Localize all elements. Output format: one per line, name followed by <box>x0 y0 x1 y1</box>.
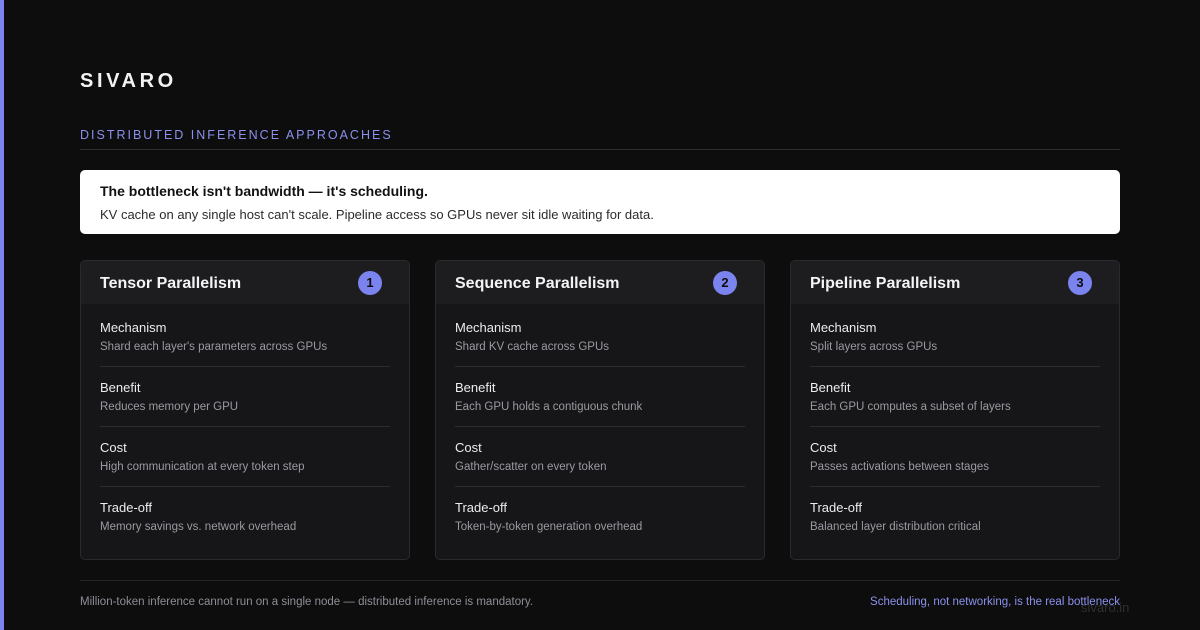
footer-tagline: Scheduling, not networking, is the real … <box>870 596 1120 608</box>
card-row-trade-off: Trade-off Token-by-token generation over… <box>455 500 745 559</box>
row-value: Reduces memory per GPU <box>100 401 239 413</box>
brand-logo-text: SIVARO <box>80 70 177 92</box>
row-divider <box>100 366 390 367</box>
card-number-badge: 3 <box>1068 271 1092 295</box>
section-label: DISTRIBUTED INFERENCE APPROACHES <box>80 128 393 142</box>
row-value: Memory savings vs. network overhead <box>100 521 297 533</box>
card-row-benefit: Benefit Each GPU holds a contiguous chun… <box>455 380 745 440</box>
row-label: Cost <box>455 440 482 455</box>
card-number-badge: 1 <box>358 271 382 295</box>
card-header: Tensor Parallelism 1 <box>81 261 409 304</box>
row-divider <box>455 486 745 487</box>
row-divider <box>810 426 1100 427</box>
row-label: Mechanism <box>810 320 877 335</box>
row-label: Mechanism <box>100 320 167 335</box>
callout-body: KV cache on any single host can't scale.… <box>100 207 654 222</box>
card-header: Pipeline Parallelism 3 <box>791 261 1119 304</box>
row-label: Cost <box>100 440 127 455</box>
footer-divider <box>80 580 1120 581</box>
row-label: Benefit <box>100 380 141 395</box>
card-pipeline-parallelism: Pipeline Parallelism 3 Mechanism Split l… <box>790 260 1120 560</box>
card-row-benefit: Benefit Each GPU computes a subset of la… <box>810 380 1100 440</box>
callout-box: The bottleneck isn't bandwidth — it's sc… <box>80 170 1120 234</box>
row-label: Benefit <box>810 380 851 395</box>
card-title: Tensor Parallelism <box>100 275 242 292</box>
row-divider <box>810 486 1100 487</box>
card-row-mechanism: Mechanism Shard KV cache across GPUs <box>455 320 745 380</box>
card-row-trade-off: Trade-off Memory savings vs. network ove… <box>100 500 390 559</box>
footer-note: Million-token inference cannot run on a … <box>80 596 534 608</box>
section-divider <box>80 149 1120 150</box>
card-sequence-parallelism: Sequence Parallelism 2 Mechanism Shard K… <box>435 260 765 560</box>
card-title: Sequence Parallelism <box>455 275 620 292</box>
row-value: Shard KV cache across GPUs <box>455 341 610 353</box>
card-row-cost: Cost Gather/scatter on every token <box>455 440 745 500</box>
card-row-cost: Cost Passes activations between stages <box>810 440 1100 500</box>
card-row-mechanism: Mechanism Split layers across GPUs <box>810 320 1100 380</box>
card-row-trade-off: Trade-off Balanced layer distribution cr… <box>810 500 1100 559</box>
callout-title: The bottleneck isn't bandwidth — it's sc… <box>100 183 428 199</box>
card-number-badge: 2 <box>713 271 737 295</box>
row-value: Balanced layer distribution critical <box>810 521 981 533</box>
card-title: Pipeline Parallelism <box>810 275 961 292</box>
row-divider <box>455 426 745 427</box>
row-label: Cost <box>810 440 837 455</box>
row-label: Benefit <box>455 380 496 395</box>
row-value: Each GPU computes a subset of layers <box>810 401 1011 413</box>
card-header: Sequence Parallelism 2 <box>436 261 764 304</box>
row-label: Trade-off <box>100 500 153 515</box>
row-value: Shard each layer's parameters across GPU… <box>100 341 328 353</box>
left-accent-bar <box>0 0 4 630</box>
row-value: Each GPU holds a contiguous chunk <box>455 401 643 413</box>
card-row-cost: Cost High communication at every token s… <box>100 440 390 500</box>
card-row-benefit: Benefit Reduces memory per GPU <box>100 380 390 440</box>
row-value: High communication at every token step <box>100 461 305 473</box>
row-label: Trade-off <box>455 500 508 515</box>
row-label: Mechanism <box>455 320 522 335</box>
card-tensor-parallelism: Tensor Parallelism 1 Mechanism Shard eac… <box>80 260 410 560</box>
row-label: Trade-off <box>810 500 863 515</box>
row-divider <box>810 366 1100 367</box>
row-value: Gather/scatter on every token <box>455 461 607 473</box>
row-divider <box>100 486 390 487</box>
card-row-mechanism: Mechanism Shard each layer's parameters … <box>100 320 390 380</box>
row-value: Passes activations between stages <box>810 461 989 473</box>
row-divider <box>455 366 745 367</box>
row-value: Split layers across GPUs <box>810 341 938 353</box>
row-value: Token-by-token generation overhead <box>455 521 643 533</box>
row-divider <box>100 426 390 427</box>
